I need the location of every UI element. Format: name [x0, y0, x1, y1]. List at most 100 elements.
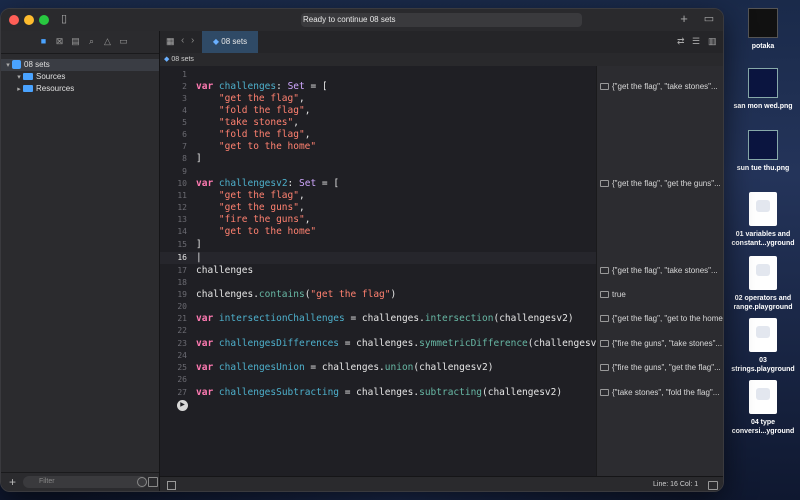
quick-look-icon[interactable]	[600, 389, 609, 397]
breadcrumb[interactable]: ◆ 08 sets	[160, 53, 723, 67]
run-playground-icon[interactable]: ▶	[177, 400, 188, 411]
desktop-item-potaka[interactable]: potaka	[728, 8, 798, 51]
adjust-editor-icon[interactable]: ☰	[692, 36, 700, 47]
quick-look-icon[interactable]	[600, 180, 609, 188]
quick-look-icon[interactable]	[600, 267, 609, 275]
line-number: 1	[182, 70, 187, 79]
symbol-icon[interactable]: ▤	[70, 36, 81, 47]
code-line[interactable]: "take stones",	[196, 117, 299, 129]
filter-input[interactable]: Filter	[23, 476, 147, 488]
code-line[interactable]: ]	[196, 239, 202, 251]
result-row[interactable]: {"get the flag", "take stones"...	[597, 265, 723, 277]
result-row[interactable]: {"take stones", "fold the flag"...	[597, 387, 723, 399]
add-icon[interactable]: +	[9, 475, 16, 489]
line-number: 5	[182, 118, 187, 127]
chevron-right-icon[interactable]: ▸	[15, 84, 23, 96]
line-number: 16	[177, 253, 187, 262]
tab-bar: ▦ ‹ › ◆ 08 sets ⇄ ☰ ▥	[160, 31, 723, 54]
result-text: {"fire the guns", "get the flag"...	[612, 363, 721, 372]
code-line[interactable]: "get to the home"	[196, 226, 316, 238]
swift-icon: ◆	[212, 37, 220, 46]
code-line[interactable]: "get the flag",	[196, 93, 305, 105]
back-icon[interactable]: ‹	[181, 35, 184, 46]
forward-icon[interactable]: ›	[191, 35, 194, 46]
close-button[interactable]	[9, 15, 19, 25]
code-line[interactable]: ]	[196, 153, 202, 165]
playground-file-icon	[749, 256, 777, 290]
quick-look-icon[interactable]	[600, 340, 609, 348]
desktop-item-sun-tue-thu[interactable]: sun tue thu.png	[728, 130, 798, 173]
result-row[interactable]: {"get the flag", "take stones"...	[597, 81, 723, 93]
code-line[interactable]: "get the guns",	[196, 202, 305, 214]
desktop-item-02-operators[interactable]: 02 operators and range.playground	[728, 256, 798, 312]
code-line[interactable]: "fold the flag",	[196, 105, 311, 117]
line-number: 22	[177, 326, 187, 335]
breakpoint-icon[interactable]: ▭	[118, 36, 129, 47]
desktop-item-04-type[interactable]: 04 type conversi...yground	[728, 380, 798, 436]
filter-scope-icon[interactable]	[148, 477, 158, 487]
result-row[interactable]: {"fire the guns", "get the flag"...	[597, 362, 723, 374]
result-row[interactable]: {"get the flag", "get to the home"...	[597, 313, 723, 325]
code-line[interactable]: var challengesSubtracting = challenges.s…	[196, 387, 562, 399]
tab-08-sets[interactable]: ◆ 08 sets	[202, 31, 258, 53]
code-line[interactable]: |	[196, 252, 202, 264]
quick-look-icon[interactable]	[600, 315, 609, 323]
code-line[interactable]: "fire the guns",	[196, 214, 311, 226]
quick-look-icon[interactable]	[600, 291, 609, 299]
desktop-item-label: sun tue thu.png	[736, 165, 790, 172]
code-line[interactable]: "fold the flag",	[196, 129, 311, 141]
line-number: 26	[177, 375, 187, 384]
quick-look-icon[interactable]	[600, 83, 609, 91]
editor-status-bar: Line: 16 Col: 1	[160, 476, 723, 491]
grid-icon[interactable]: ▦	[166, 36, 175, 47]
folder-icon[interactable]: ■	[38, 36, 49, 47]
code-line[interactable]: "get the flag",	[196, 190, 305, 202]
result-text: {"take stones", "fold the flag"...	[612, 388, 720, 397]
code-line[interactable]: var challenges: Set = [	[196, 81, 328, 93]
code-line[interactable]: challenges.contains("get the flag")	[196, 289, 396, 301]
quick-look-icon[interactable]	[600, 364, 609, 372]
line-number: 23	[177, 339, 187, 348]
desktop-item-label: san mon wed.png	[733, 103, 793, 110]
line-number: 14	[177, 227, 187, 236]
result-text: {"fire the guns", "take stones"...	[612, 339, 723, 348]
tab-label: 08 sets	[221, 37, 248, 46]
line-number: 9	[182, 167, 187, 176]
maximize-button[interactable]	[39, 15, 49, 25]
line-number: 19	[177, 290, 187, 299]
sidebar-item-resources[interactable]: ▸ Resources	[1, 83, 159, 95]
sidebar-item-sources[interactable]: ▾ Sources	[1, 71, 159, 83]
sidebar-toggle-icon[interactable]: ▯	[57, 13, 71, 25]
navigator-sidebar: ■ ⊠ ▤ ⌕ △ ▭ ▾ 08 sets ▾ Sources ▸ Resources…	[1, 31, 160, 491]
code-line[interactable]: var challengesv2: Set = [	[196, 178, 339, 190]
code-line[interactable]: challenges	[196, 265, 253, 277]
desktop-item-03-strings[interactable]: 03 strings.playground	[728, 318, 798, 374]
filter-options-icon[interactable]	[137, 477, 147, 487]
result-row[interactable]: true	[597, 289, 723, 301]
sidebar-item-08-sets[interactable]: ▾ 08 sets	[1, 59, 159, 71]
code-line[interactable]: var challengesUnion = challenges.union(c…	[196, 362, 493, 374]
activity-status: Ready to continue 08 sets	[301, 13, 582, 27]
result-row[interactable]: {"get the flag", "get the guns"...	[597, 178, 723, 190]
desktop-item-01-variables[interactable]: 01 variables and constant...yground	[728, 192, 798, 248]
code-line[interactable]: "get to the home"	[196, 141, 316, 153]
refresh-icon[interactable]: ⇄	[677, 36, 685, 47]
inspector-toggle-icon[interactable]: ▭	[702, 13, 716, 25]
debug-area-toggle-icon[interactable]	[167, 481, 176, 490]
desktop-item-san-mon-wed[interactable]: san mon wed.png	[728, 68, 798, 111]
console-toggle-icon[interactable]	[708, 481, 718, 490]
search-icon[interactable]: ⌕	[86, 36, 97, 47]
result-row[interactable]: {"fire the guns", "take stones"...	[597, 338, 723, 350]
code-editor[interactable]: 1 2 3 4 5 6 7 8 9 10 11 12 13 14 15 16 17 18 19 20 21 22 23 24 2…	[160, 66, 608, 476]
titlebar: ▯ Ready to continue 08 sets + ▭	[1, 9, 723, 31]
issue-icon[interactable]: △	[102, 36, 113, 47]
source-control-icon[interactable]: ⊠	[54, 36, 65, 47]
code-line[interactable]: var challengesDifferences = challenges.s…	[196, 338, 608, 350]
plus-icon[interactable]: +	[677, 12, 691, 25]
line-number: 8	[182, 154, 187, 163]
desktop-item-label: 04 type conversi...yground	[731, 419, 795, 435]
code-line[interactable]: var intersectionChallenges = challenges.…	[196, 313, 574, 325]
minimize-button[interactable]	[24, 15, 34, 25]
split-editor-icon[interactable]: ▥	[708, 36, 717, 47]
line-number: 10	[177, 179, 187, 188]
